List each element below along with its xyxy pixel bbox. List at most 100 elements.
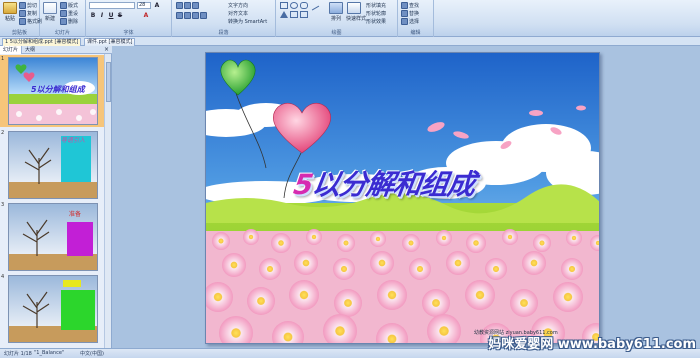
layout-button[interactable]: 版式 (60, 2, 78, 9)
document-tabs: 1 5以分解和组成.ppt [兼容模式] 课件.ppt [兼容模式] (0, 37, 700, 46)
strikethrough-button[interactable]: S (116, 12, 124, 20)
slide-thumbnail-2[interactable]: 2 导语引入 (0, 129, 104, 201)
rounded-rect-shape-icon[interactable] (300, 2, 308, 9)
find-button[interactable]: 查找 (401, 2, 419, 9)
svg-text:导语引入: 导语引入 (61, 137, 85, 144)
reset-icon (60, 10, 67, 17)
smartart-button[interactable]: 转换为 SmartArt (228, 18, 267, 25)
grow-font-button[interactable]: A (153, 2, 161, 10)
slides-group-label: 幻灯片 (54, 30, 70, 36)
arrange-button[interactable]: 排列 (328, 2, 344, 22)
slide-thumbnail-3[interactable]: 3 准备 (0, 201, 104, 273)
find-icon (401, 2, 408, 9)
align-center-icon (184, 12, 191, 19)
slide-number: 4 (1, 274, 5, 280)
select-button[interactable]: 选择 (401, 18, 419, 25)
new-slide-icon (43, 2, 57, 14)
copy-button[interactable]: 复制 (19, 10, 37, 17)
slides-pane: 幻灯片 大纲 × 1 5以分解和组成 2 导语引入 3 准备 4 (0, 46, 112, 348)
arrow-shape-icon[interactable] (290, 11, 298, 18)
thumbnail-4-art (9, 276, 97, 342)
font-size-combo[interactable]: 28 (137, 2, 151, 9)
brush-icon (19, 18, 26, 25)
arrange-icon (329, 2, 343, 14)
shape-effects-button[interactable]: 形状效果 (366, 18, 386, 25)
align-right-icon (192, 12, 199, 19)
slide-canvas: 5以分解和组成 幼教资源网站 ziyuan.baby611.com (113, 46, 700, 348)
slide-thumbnail-1[interactable]: 1 5以分解和组成 (0, 55, 104, 127)
bold-button[interactable]: B (89, 12, 97, 20)
document-tab[interactable]: 课件.ppt [兼容模式] (84, 38, 136, 46)
quick-styles-button[interactable]: 快速样式 (346, 2, 366, 22)
pane-tabs: 幻灯片 大纲 × (0, 46, 112, 54)
paragraph-group-label: 段落 (218, 30, 229, 36)
site-watermark: 妈咪爱婴网 www.baby611.com (488, 337, 696, 352)
italic-button[interactable]: I (98, 12, 106, 20)
bullets-button[interactable] (176, 2, 200, 9)
cut-button[interactable]: 剪切 (19, 2, 37, 9)
numbering-icon (184, 2, 191, 9)
oval-shape-icon[interactable] (290, 2, 298, 9)
theme-name: "1_Balance" (34, 350, 65, 356)
language-indicator[interactable]: 中文(中国) (80, 350, 104, 357)
replace-button[interactable]: 替换 (401, 10, 419, 17)
thumbnail-preview (8, 275, 98, 343)
new-slide-button[interactable]: 新建 (42, 2, 58, 22)
justify-icon (200, 12, 207, 19)
layout-icon (60, 2, 67, 9)
select-icon (401, 18, 408, 25)
slide-counter: 幻灯片 1/18 (4, 351, 32, 357)
line-shape-icon[interactable] (308, 0, 320, 11)
scrollbar-thumb[interactable] (106, 62, 111, 102)
slide-thumbnail-4[interactable]: 4 (0, 273, 104, 345)
thumbnail-preview: 准备 (8, 203, 98, 271)
editing-group: 查找 替换 选择 编辑 (398, 0, 434, 37)
paste-button[interactable]: 粘贴 (2, 2, 18, 22)
indent-icon (192, 2, 199, 9)
scissors-icon (19, 2, 26, 9)
current-slide[interactable]: 5以分解和组成 幼教资源网站 ziyuan.baby611.com (205, 52, 600, 344)
delete-icon (60, 18, 67, 25)
align-text-button[interactable]: 对齐文本 (228, 10, 248, 17)
ribbon: 粘贴 剪切 复制 格式刷 剪贴板 新建 版式 重设 删除 幻灯片 28 B I … (0, 0, 700, 37)
thumbnail-1-art: 5以分解和组成 (9, 58, 97, 124)
bullets-icon (176, 2, 183, 9)
star-shape-icon[interactable] (300, 11, 308, 18)
svg-text:准备: 准备 (69, 210, 81, 218)
reset-button[interactable]: 重设 (60, 10, 78, 17)
clipboard-group-label: 剪贴板 (11, 30, 27, 36)
shape-outline-button[interactable]: 形状轮廓 (366, 10, 386, 17)
slide-title-text: 以分解和组成 (309, 168, 477, 201)
underline-button[interactable]: U (107, 12, 115, 20)
tab-outline[interactable]: 大纲 (22, 46, 38, 54)
slide-number: 2 (1, 130, 5, 136)
paste-icon (3, 2, 17, 14)
font-group: 28 B I U S A A 字体 (86, 0, 172, 37)
font-group-label: 字体 (123, 30, 134, 36)
drawing-group: 排列 快速样式 形状填充 形状轮廓 形状效果 绘图 (276, 0, 398, 37)
document-tab[interactable]: 1 5以分解和组成.ppt [兼容模式] (2, 38, 82, 46)
slide-number: 3 (1, 202, 5, 208)
pane-scrollbar[interactable] (104, 54, 111, 348)
paragraph-group: 文字方向 对齐文本 转换为 SmartArt 段落 (172, 0, 276, 37)
tab-slides[interactable]: 幻灯片 (0, 46, 23, 54)
align-left-icon (176, 12, 183, 19)
quick-styles-icon (347, 2, 361, 14)
triangle-shape-icon[interactable] (280, 11, 288, 18)
thumbnail-preview: 5以分解和组成 (8, 57, 98, 125)
slides-group: 新建 版式 重设 删除 幻灯片 (40, 0, 86, 37)
delete-slide-button[interactable]: 删除 (60, 18, 78, 25)
thumbnail-preview: 导语引入 (8, 131, 98, 199)
rectangle-shape-icon[interactable] (280, 2, 288, 9)
slide-title[interactable]: 5以分解和组成 (291, 163, 477, 203)
thumbnail-3-art: 准备 (9, 204, 97, 270)
align-buttons[interactable] (176, 12, 208, 19)
slide-number: 1 (1, 56, 5, 62)
copy-icon (19, 10, 26, 17)
format-painter-button[interactable]: 格式刷 (19, 18, 42, 25)
close-icon[interactable]: × (104, 46, 109, 54)
shape-fill-button[interactable]: 形状填充 (366, 2, 386, 9)
font-name-combo[interactable] (89, 2, 135, 9)
font-color-button[interactable]: A (142, 12, 150, 20)
text-direction-button[interactable]: 文字方向 (228, 2, 248, 9)
